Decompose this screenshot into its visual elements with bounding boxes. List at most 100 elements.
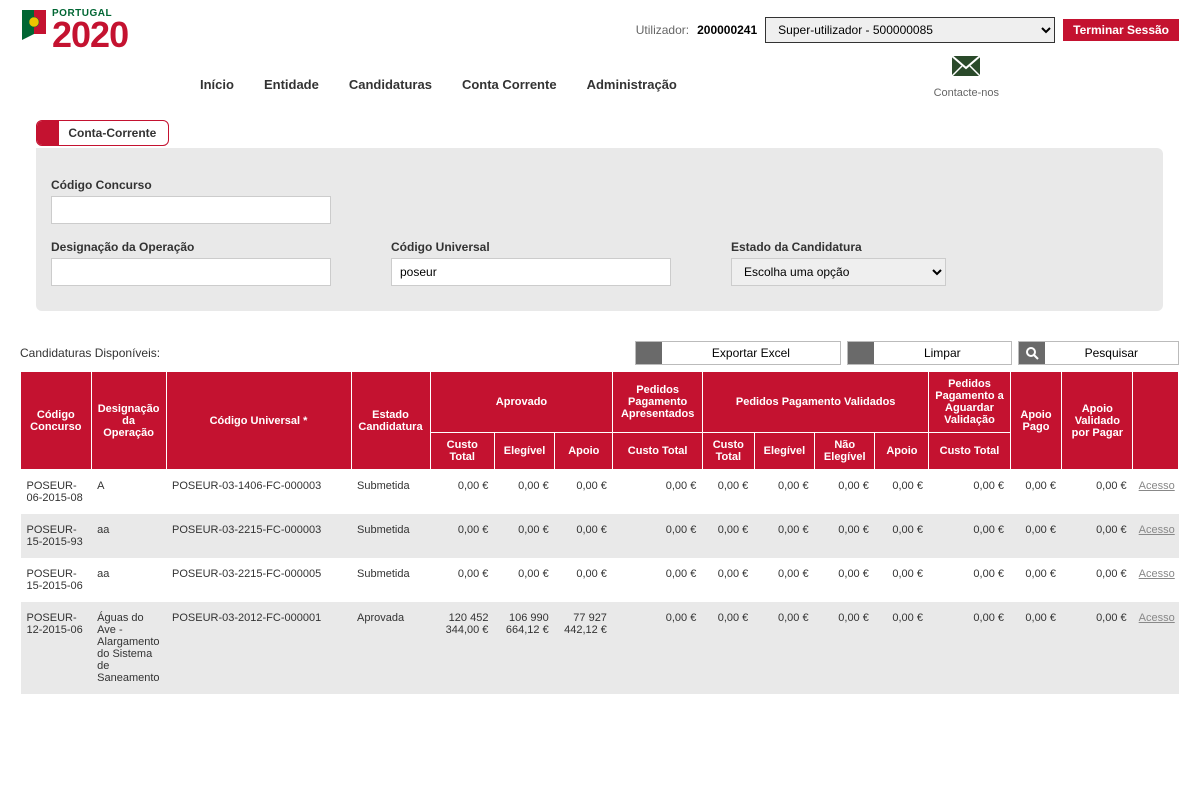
portugal-flag-icon — [20, 8, 48, 46]
clear-button[interactable]: Limpar — [847, 341, 1012, 365]
th-ppv-elegivel: Elegível — [754, 433, 814, 470]
table-row: POSEUR-12-2015-06Águas do Ave - Alargame… — [21, 602, 1179, 694]
nav-inicio[interactable]: Início — [200, 59, 234, 110]
contact-text: Contacte-nos — [934, 87, 999, 99]
table-cell: POSEUR-12-2015-06 — [21, 602, 92, 694]
nav-entidade[interactable]: Entidade — [264, 59, 319, 110]
export-icon — [636, 342, 662, 364]
table-cell: 0,00 € — [702, 514, 754, 558]
table-cell: 0,00 € — [929, 602, 1010, 694]
table-cell: 0,00 € — [929, 514, 1010, 558]
codigo-concurso-label: Código Concurso — [51, 178, 331, 192]
th-access — [1133, 372, 1179, 470]
estado-select[interactable]: Escolha uma opção — [731, 258, 946, 286]
table-cell: 0,00 € — [1062, 470, 1133, 515]
table-cell: 0,00 € — [494, 514, 554, 558]
th-apoio-pago: Apoio Pago — [1010, 372, 1062, 470]
table-cell: POSEUR-03-2012-FC-000001 — [166, 602, 351, 694]
user-value: 200000241 — [697, 23, 757, 37]
table-cell: POSEUR-03-1406-FC-000003 — [166, 470, 351, 515]
table-row: POSEUR-15-2015-06aaPOSEUR-03-2215-FC-000… — [21, 558, 1179, 602]
table-cell: 0,00 € — [430, 514, 494, 558]
table-cell: 77 927 442,12 € — [555, 602, 613, 694]
table-cell: Submetida — [351, 558, 430, 602]
table-cell: 0,00 € — [754, 602, 814, 694]
logo-year-text: 2020 — [52, 19, 128, 51]
th-aprov-apoio: Apoio — [555, 433, 613, 470]
nav-candidaturas[interactable]: Candidaturas — [349, 59, 432, 110]
table-cell: 0,00 € — [1010, 558, 1062, 602]
th-codigo-universal: Código Universal * — [166, 372, 351, 470]
table-cell: 0,00 € — [1010, 470, 1062, 515]
tab-label: Conta-Corrente — [62, 122, 168, 144]
table-row: POSEUR-06-2015-08APOSEUR-03-1406-FC-0000… — [21, 470, 1179, 515]
table-cell: 0,00 € — [1062, 558, 1133, 602]
table-row: POSEUR-15-2015-93aaPOSEUR-03-2215-FC-000… — [21, 514, 1179, 558]
table-cell: 0,00 € — [613, 558, 702, 602]
table-cell: Submetida — [351, 470, 430, 515]
table-cell: POSEUR-15-2015-06 — [21, 558, 92, 602]
table-cell: 0,00 € — [875, 602, 929, 694]
th-ppa-group: Pedidos Pagamento Apresentados — [613, 372, 702, 433]
table-cell: 0,00 € — [815, 514, 875, 558]
table-cell: 0,00 € — [555, 514, 613, 558]
table-cell: 0,00 € — [929, 470, 1010, 515]
table-cell: POSEUR-03-2215-FC-000005 — [166, 558, 351, 602]
table-cell: 0,00 € — [1010, 514, 1062, 558]
table-cell: 0,00 € — [929, 558, 1010, 602]
search-button[interactable]: Pesquisar — [1018, 341, 1179, 365]
th-ppv-group: Pedidos Pagamento Validados — [702, 372, 929, 433]
table-cell: 0,00 € — [613, 470, 702, 515]
table-cell: 0,00 € — [613, 514, 702, 558]
estado-label: Estado da Candidatura — [731, 240, 946, 254]
table-cell: 0,00 € — [875, 558, 929, 602]
contact-link[interactable]: Contacte-nos — [934, 54, 999, 99]
acesso-link[interactable]: Acesso — [1139, 524, 1175, 536]
th-designacao: Designação da Operação — [91, 372, 166, 470]
table-cell: 0,00 € — [754, 470, 814, 515]
table-cell: 0,00 € — [1010, 602, 1062, 694]
acesso-link[interactable]: Acesso — [1139, 612, 1175, 624]
table-cell: 0,00 € — [555, 470, 613, 515]
table-cell: aa — [91, 558, 166, 602]
th-ppv-apoio: Apoio — [875, 433, 929, 470]
designacao-input[interactable] — [51, 258, 331, 286]
table-cell: 0,00 € — [1062, 514, 1133, 558]
results-table: Código Concurso Designação da Operação C… — [20, 371, 1179, 694]
table-cell: 0,00 € — [1062, 602, 1133, 694]
table-cell: 0,00 € — [613, 602, 702, 694]
logout-button[interactable]: Terminar Sessão — [1063, 19, 1179, 41]
codigo-concurso-input[interactable] — [51, 196, 331, 224]
clear-icon — [848, 342, 874, 364]
th-aprov-custo-total: Custo Total — [430, 433, 494, 470]
table-cell: POSEUR-15-2015-93 — [21, 514, 92, 558]
th-estado: Estado Candidatura — [351, 372, 430, 470]
table-cell: Águas do Ave - Alargamento do Sistema de… — [91, 602, 166, 694]
acesso-link[interactable]: Acesso — [1139, 480, 1175, 492]
search-icon — [1019, 342, 1045, 364]
nav-administracao[interactable]: Administração — [587, 59, 677, 110]
user-label: Utilizador: — [636, 23, 689, 37]
acesso-link[interactable]: Acesso — [1139, 568, 1175, 580]
table-cell: 0,00 € — [875, 514, 929, 558]
export-excel-button[interactable]: Exportar Excel — [635, 341, 841, 365]
table-cell: POSEUR-03-2215-FC-000003 — [166, 514, 351, 558]
table-cell: 0,00 € — [875, 470, 929, 515]
th-aprov-elegivel: Elegível — [494, 433, 554, 470]
table-cell: 0,00 € — [702, 602, 754, 694]
table-cell: 0,00 € — [702, 470, 754, 515]
th-ppv-nao-elegivel: Não Elegível — [815, 433, 875, 470]
th-ppa-custo-total: Custo Total — [613, 433, 702, 470]
table-cell: 0,00 € — [815, 602, 875, 694]
codigo-universal-input[interactable] — [391, 258, 671, 286]
th-ppag-group: Pedidos Pagamento a Aguardar Validação — [929, 372, 1010, 433]
th-ppag-custo-total: Custo Total — [929, 433, 1010, 470]
designacao-label: Designação da Operação — [51, 240, 331, 254]
table-cell: Submetida — [351, 514, 430, 558]
nav-conta-corrente[interactable]: Conta Corrente — [462, 59, 557, 110]
table-cell: 0,00 € — [430, 558, 494, 602]
table-cell: 0,00 € — [702, 558, 754, 602]
available-label: Candidaturas Disponíveis: — [20, 346, 160, 360]
tab-conta-corrente[interactable]: Conta-Corrente — [36, 120, 169, 146]
role-select[interactable]: Super-utilizador - 500000085 — [765, 17, 1055, 43]
